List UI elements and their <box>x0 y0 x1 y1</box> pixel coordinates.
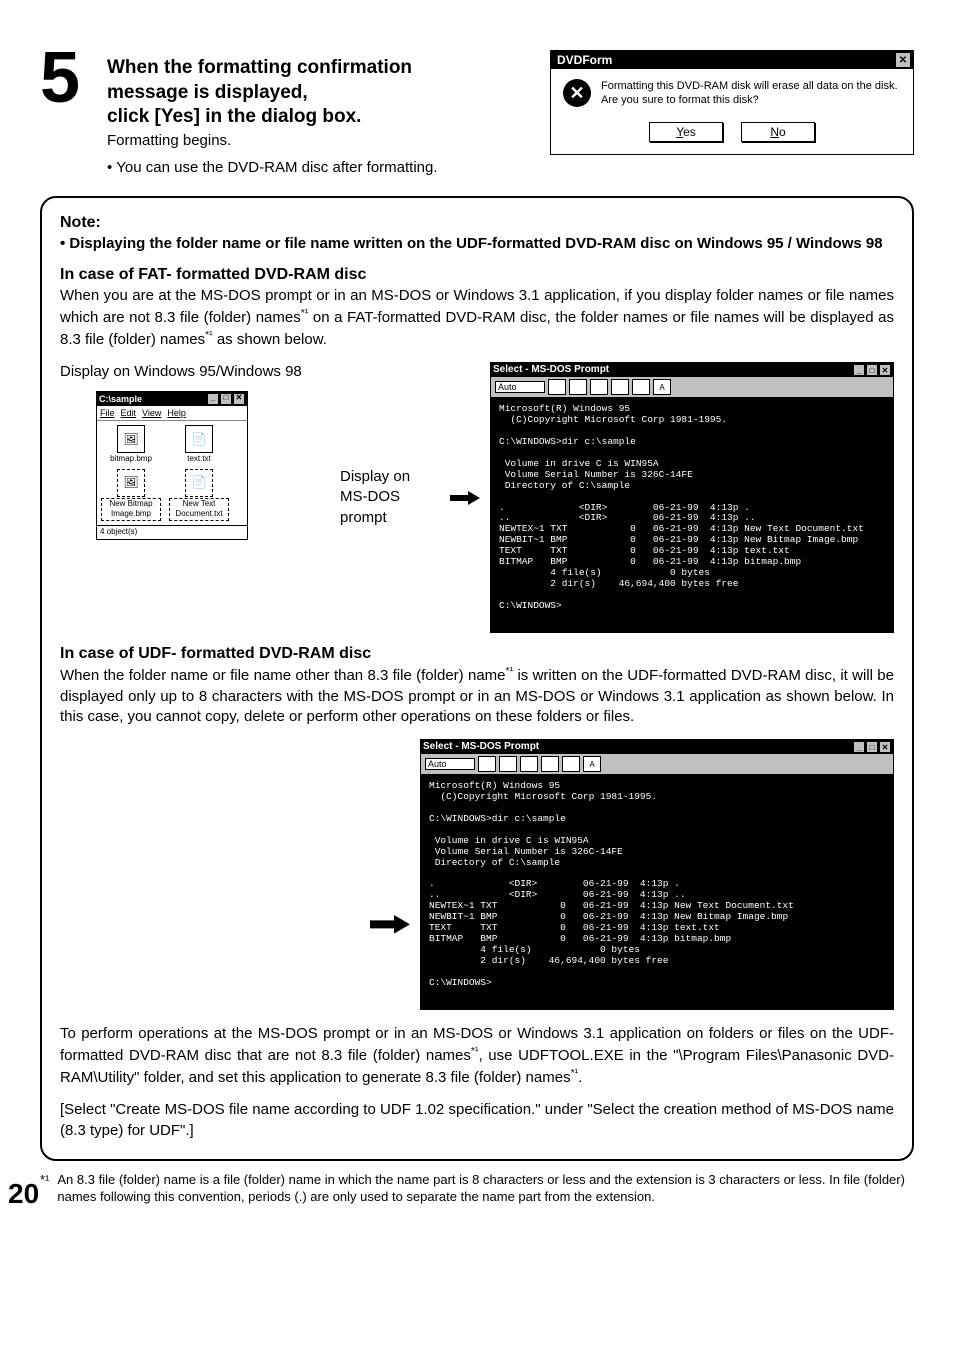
dos-toolbar: Auto A <box>491 377 893 398</box>
explorer-title: C:\sample <box>99 393 142 405</box>
min-icon[interactable]: _ <box>207 393 219 405</box>
page-number: 20 <box>8 1178 39 1210</box>
tb-icon[interactable] <box>590 379 608 395</box>
menu-file[interactable]: File <box>100 407 115 419</box>
file-item[interactable]: 🖼bitmap.bmp <box>101 425 161 465</box>
dvdform-dialog: DVDForm ✕ ✕ Formatting this DVD-RAM disk… <box>550 50 914 155</box>
title-line: When the formatting confirmation <box>107 57 412 78</box>
fat-case-body: When you are at the MS-DOS prompt or in … <box>60 286 894 351</box>
menu-view[interactable]: View <box>142 407 161 419</box>
tb-icon[interactable] <box>541 756 559 772</box>
dos-window-2: Select - MS-DOS Prompt _□✕ Auto A Micros… <box>420 739 894 1010</box>
footnote-text: An 8.3 file (folder) name is a file (fol… <box>57 1171 914 1206</box>
fat-case-title: In case of FAT- formatted DVD-RAM disc <box>60 264 894 286</box>
min-icon[interactable]: _ <box>853 741 865 753</box>
file-item[interactable]: 📄New Text Document.txt <box>169 469 229 522</box>
close-icon[interactable]: ✕ <box>879 741 891 753</box>
max-icon[interactable]: □ <box>220 393 232 405</box>
tb-icon[interactable] <box>632 379 650 395</box>
auto-combo[interactable]: Auto <box>495 381 545 393</box>
status-left: 4 object(s) <box>100 527 137 538</box>
footnote: *¹ An 8.3 file (folder) name is a file (… <box>40 1171 914 1206</box>
auto-combo[interactable]: Auto <box>425 758 475 770</box>
udf-case-body: When the folder name or file name other … <box>60 664 894 727</box>
udf-case-title: In case of UDF- formatted DVD-RAM disc <box>60 643 894 665</box>
close-icon[interactable]: ✕ <box>879 364 891 376</box>
tb-icon[interactable] <box>611 379 629 395</box>
step-title: When the formatting confirmation message… <box>107 56 526 130</box>
tb-icon[interactable] <box>548 379 566 395</box>
close-icon[interactable]: ✕ <box>895 52 911 68</box>
dialog-title: DVDForm <box>557 53 612 67</box>
win-label: Display on Windows 95/Windows 98 <box>60 362 330 382</box>
tb-icon[interactable] <box>478 756 496 772</box>
tb-icon[interactable]: A <box>653 379 671 395</box>
footnote-marker: *¹ <box>40 1171 49 1206</box>
dos-toolbar: Auto A <box>421 754 893 775</box>
step-subtitle: Formatting begins. <box>107 132 526 149</box>
max-icon[interactable]: □ <box>866 741 878 753</box>
step-bullet: •You can use the DVD-RAM disc after form… <box>107 159 526 176</box>
error-icon: ✕ <box>563 79 591 107</box>
step-number: 5 <box>40 46 95 111</box>
max-icon[interactable]: □ <box>866 364 878 376</box>
yes-button[interactable]: Yes <box>649 122 723 142</box>
tb-icon[interactable]: A <box>583 756 601 772</box>
bullet-text: You can use the DVD-RAM disc after forma… <box>116 159 526 176</box>
explorer-window: C:\sample _□✕ File Edit View Help 🖼bitma… <box>96 391 248 540</box>
step-row: 5 When the formatting confirmation messa… <box>40 50 914 176</box>
tb-icon[interactable] <box>569 379 587 395</box>
file-item[interactable]: 📄text.txt <box>169 425 229 465</box>
arrow-right-icon <box>450 491 480 505</box>
dos-output: Microsoft(R) Windows 95 (C)Copyright Mic… <box>421 775 893 1009</box>
explorer-menu: File Edit View Help <box>97 406 247 421</box>
tool-ref: [Select "Create MS-DOS file name accordi… <box>60 1100 894 1141</box>
dialog-titlebar: DVDForm ✕ <box>551 51 913 69</box>
dos-title: Select - MS-DOS Prompt <box>493 364 609 376</box>
dos-output: Microsoft(R) Windows 95 (C)Copyright Mic… <box>491 398 893 632</box>
tb-icon[interactable] <box>562 756 580 772</box>
menu-help[interactable]: Help <box>167 407 186 419</box>
close-icon[interactable]: ✕ <box>233 393 245 405</box>
arrow-right-icon <box>370 917 410 931</box>
note-box: Note: • Displaying the folder name or fi… <box>40 196 914 1161</box>
dos-window-1: Select - MS-DOS Prompt _□✕ Auto A Micros… <box>490 362 894 633</box>
msg-line: Formatting this DVD-RAM disk will erase … <box>601 80 898 92</box>
note-lead: • Displaying the folder name or file nam… <box>60 234 894 254</box>
note-heading: Note: <box>60 212 894 234</box>
title-line: message is displayed, <box>107 82 308 103</box>
dialog-message: Formatting this DVD-RAM disk will erase … <box>601 79 898 108</box>
dos-title: Select - MS-DOS Prompt <box>423 741 539 753</box>
no-button[interactable]: No <box>741 122 815 142</box>
tool-paragraph: To perform operations at the MS-DOS prom… <box>60 1024 894 1089</box>
title-line: click [Yes] in the dialog box. <box>107 106 361 127</box>
tb-icon[interactable] <box>520 756 538 772</box>
msg-line: Are you sure to format this disk? <box>601 94 759 106</box>
dos-label: Display on MS-DOS prompt <box>340 467 440 528</box>
file-item[interactable]: 🖼New Bitmap Image.bmp <box>101 469 161 522</box>
menu-edit[interactable]: Edit <box>121 407 137 419</box>
min-icon[interactable]: _ <box>853 364 865 376</box>
tb-icon[interactable] <box>499 756 517 772</box>
